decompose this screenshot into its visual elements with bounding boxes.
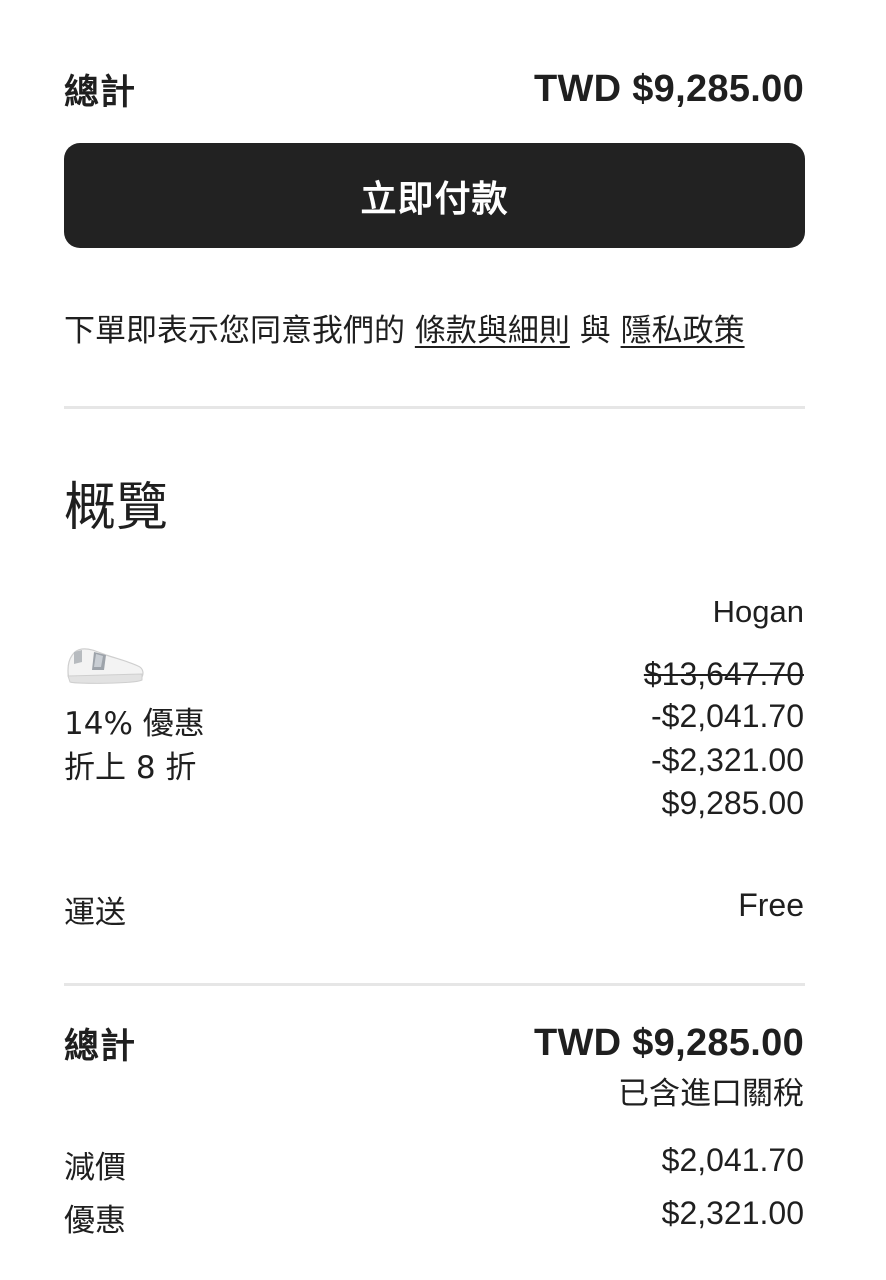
original-price: $13,647.70 xyxy=(643,656,804,692)
consent-prefix: 下單即表示您同意我們的 xyxy=(64,313,405,349)
consent-joiner: 與 xyxy=(579,313,611,349)
summary-total-bottom: 總計 TWD $9,285.00 xyxy=(64,1018,804,1069)
reduction-value: $2,041.70 xyxy=(661,1142,804,1178)
divider xyxy=(64,406,805,409)
divider xyxy=(64,983,805,986)
shipping-value: Free xyxy=(738,887,804,923)
promo-label: 優惠 xyxy=(64,1203,126,1239)
extra-discount-amount: -$2,321.00 xyxy=(650,742,804,778)
promo-value: $2,321.00 xyxy=(661,1195,804,1231)
total-label: 總計 xyxy=(64,73,137,113)
final-price: $9,285.00 xyxy=(661,785,804,821)
sneaker-thumbnail-icon[interactable] xyxy=(64,640,144,686)
total-label: 總計 xyxy=(64,1027,137,1067)
reduction-label: 減價 xyxy=(64,1150,126,1186)
tax-note: 已含進口關稅 xyxy=(618,1076,804,1112)
terms-link[interactable]: 條款與細則 xyxy=(415,313,570,349)
consent-text: 下單即表示您同意我們的 條款與細則 與 隱私政策 xyxy=(64,305,745,350)
extra-discount-label: 折上 8 折 xyxy=(64,750,197,786)
shipping-label: 運送 xyxy=(64,895,126,931)
overview-title: 概覽 xyxy=(64,478,169,538)
discount-amount: -$2,041.70 xyxy=(650,698,804,734)
product-brand[interactable]: Hogan xyxy=(713,594,804,630)
privacy-link[interactable]: 隱私政策 xyxy=(621,313,745,349)
summary-total-top: 總計 TWD $9,285.00 xyxy=(64,64,804,115)
total-amount: TWD $9,285.00 xyxy=(533,68,804,110)
pay-now-button[interactable]: 立即付款 xyxy=(64,143,805,248)
total-amount: TWD $9,285.00 xyxy=(533,1022,804,1064)
discount-label: 14% 優惠 xyxy=(64,706,205,742)
